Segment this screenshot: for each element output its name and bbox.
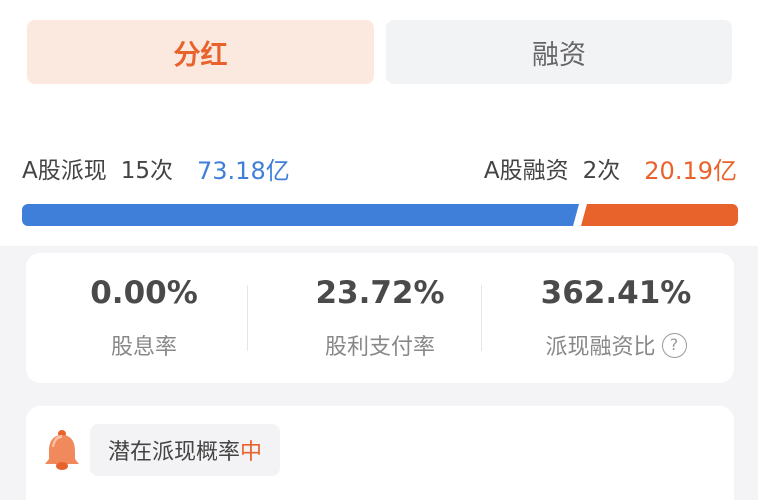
- dividend-financing-ratio-bar: [22, 204, 738, 226]
- dividend-amount: 73.18亿: [197, 156, 290, 185]
- tab-financing[interactable]: 融资: [386, 20, 732, 84]
- dividend-probability-card: 潜在派现概率 中: [26, 406, 734, 500]
- dividend-label: A股派现: [22, 158, 107, 184]
- financing-count: 2次: [582, 158, 621, 184]
- metric-value: 0.00%: [90, 275, 198, 311]
- metric-dividend-financing-ratio: 362.41% 派现融资比 ?: [498, 253, 734, 383]
- financing-segment: [581, 204, 738, 226]
- dividend-probability-chip: 潜在派现概率 中: [90, 424, 281, 476]
- probability-text: 潜在派现概率: [108, 440, 241, 465]
- metric-divider: [481, 285, 482, 351]
- dividend-count: 15次: [120, 158, 174, 184]
- metric-label: 派现融资比 ?: [498, 329, 734, 361]
- metrics-card: 0.00% 股息率 23.72% 股利支付率 362.41% 派现融资比 ?: [26, 253, 734, 383]
- dividend-segment: [22, 204, 579, 226]
- metric-payout-ratio: 23.72% 股利支付率: [262, 253, 498, 383]
- question-circle-icon[interactable]: ?: [661, 332, 687, 358]
- financing-amount: 20.19亿: [644, 156, 737, 185]
- financing-label: A股融资: [483, 158, 569, 184]
- dividend-summary: A股派现 15次 73.18亿: [22, 150, 290, 186]
- financing-summary: A股融资 2次 20.19亿: [484, 150, 737, 186]
- dividend-financing-panel: 分红 融资 A股派现 15次 73.18亿 A股融资 2次 20.19亿 0.0…: [0, 0, 758, 500]
- metric-divider: [247, 285, 248, 351]
- metric-label: 股息率: [110, 335, 177, 360]
- metric-dividend-yield: 0.00% 股息率: [26, 253, 262, 383]
- probability-level: 中: [240, 440, 263, 465]
- metric-value: 362.41%: [540, 275, 692, 311]
- bell-icon: [45, 430, 79, 470]
- metric-label: 股利支付率: [324, 335, 435, 360]
- metric-value: 23.72%: [315, 275, 445, 311]
- tab-dividend[interactable]: 分红: [27, 20, 374, 84]
- ratio-bar-graphic: [22, 204, 738, 226]
